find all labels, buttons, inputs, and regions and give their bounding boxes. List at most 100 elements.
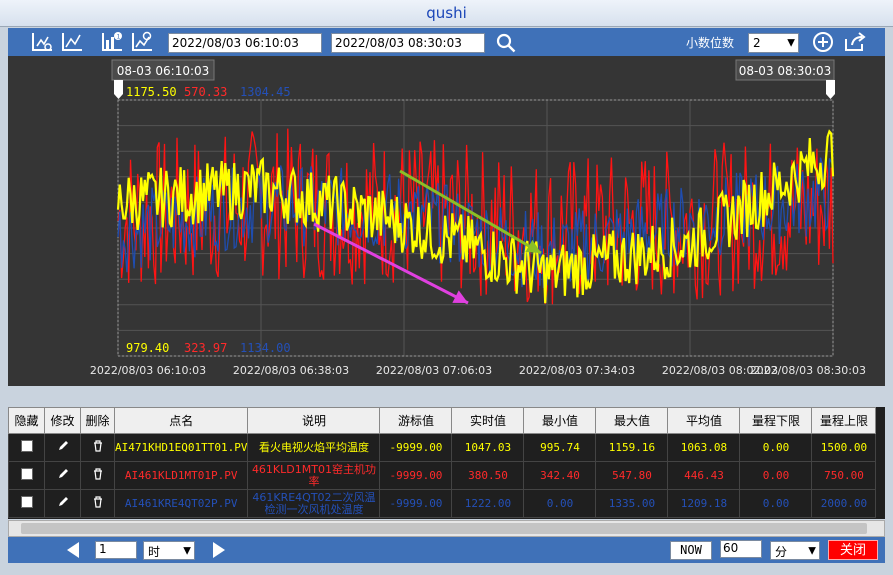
unit-select[interactable]: 时 ▼ [143,541,195,560]
edit-icon[interactable] [44,461,81,490]
table-header-row: 隐藏 修改 删除 点名 说明 游标值 实时值 最小值 最大值 平均值 量程下限 量程上限 [8,407,877,434]
chart-settings-icon[interactable] [30,31,54,53]
table-cell-lo: 0.00 [739,433,813,462]
top-value-yellow: 1175.50 [126,85,177,99]
bottom-value-blue: 1134.00 [240,341,291,355]
x-tick-label: 2022/08/03 07:34:03 [519,364,635,377]
tag-table: 隐藏 修改 删除 点名 说明 游标值 实时值 最小值 最大值 平均值 量程下限 量程上限 AI471K… [8,407,885,519]
trend-chart-svg: 2022/08/03 06:10:03 2022/08/03 06:38:03 20… [90,59,866,377]
edit-icon[interactable] [44,489,81,518]
decimal-select[interactable]: 2 ▼ [748,33,799,53]
add-icon[interactable] [811,31,835,53]
prev-button[interactable] [65,541,81,562]
table-cell-name: AI461KLD1MT01P.PV [113,461,249,490]
table-cell-desc: 看火电视火焰平均温度 [247,433,381,462]
cursor-right-handle[interactable] [826,80,835,99]
share-icon[interactable] [843,31,867,53]
chevron-down-icon: ▼ [183,545,191,556]
tag-table-grid: 隐藏 修改 删除 点名 说明 游标值 实时值 最小值 最大值 平均值 量程下限 量程上限 AI471K… [8,407,877,518]
chart-scale-icon[interactable] [60,31,84,53]
span-input[interactable]: 60 [720,540,762,558]
hide-checkbox[interactable] [8,461,45,490]
table-cell-real: 380.50 [451,461,525,490]
table-header-cell: 删除 [80,407,115,434]
table-header-cell: 最大值 [595,407,669,434]
table-cell-cursor: -9999.00 [379,489,453,518]
table-cell-name: AI461KRE4QT02P.PV [113,489,249,518]
table-cell-cursor: -9999.00 [379,433,453,462]
table-cell-hi: 2000.00 [811,489,877,518]
start-time-input[interactable]: 2022/08/03 06:10:03 [168,33,322,53]
table-header-cell: 最小值 [523,407,597,434]
table-cell-max: 1335.00 [595,489,669,518]
edit-icon[interactable] [44,433,81,462]
x-tick-label: 2022/08/03 06:38:03 [233,364,349,377]
page-input[interactable]: 1 [95,541,137,559]
bottom-bar: 1 时 ▼ NOW 60 分 ▼ 关闭 [8,537,885,563]
horizontal-scrollbar[interactable] [8,520,885,537]
table-cell-min: 342.40 [523,461,597,490]
delete-icon[interactable] [80,461,115,490]
table-cell-desc: 461KRE4QT02二次风温检测一次风机处温度 [247,489,381,518]
x-tick-label: 2022/08/03 08:30:03 [750,364,866,377]
cursor-left-label: 08-03 06:10:03 [117,64,210,78]
end-time-input[interactable]: 2022/08/03 08:30:03 [331,33,485,53]
table-header-cell: 说明 [247,407,381,434]
table-row[interactable]: AI461KLD1MT01P.PV 461KLD1MT01窑主机功率 -9999.0… [8,461,877,490]
delete-icon[interactable] [80,433,115,462]
table-header-cell: 实时值 [451,407,525,434]
table-header-cell: 平均值 [667,407,741,434]
chevron-down-icon: ▼ [808,545,816,556]
decimal-value: 2 [753,36,761,50]
unit-value: 时 [148,545,161,559]
search-icon[interactable] [494,31,518,53]
table-cell-avg: 446.43 [667,461,741,490]
table-cell-min: 995.74 [523,433,597,462]
table-header-cell: 量程上限 [811,407,877,434]
delete-icon[interactable] [80,489,115,518]
decimal-label: 小数位数 [686,36,735,50]
table-cell-avg: 1209.18 [667,489,741,518]
table-row[interactable]: AI461KRE4QT02P.PV 461KRE4QT02二次风温检测一次风机处温… [8,489,877,518]
table-cell-hi: 750.00 [811,461,877,490]
cursor-right-label: 08-03 08:30:03 [739,64,832,78]
table-cell-lo: 0.00 [739,461,813,490]
scrollbar-thumb[interactable] [21,523,867,534]
bottom-value-yellow: 979.40 [126,341,169,355]
bottom-value-red: 323.97 [184,341,227,355]
title-bar: qushi [0,0,893,27]
table-cell-desc: 461KLD1MT01窑主机功率 [247,461,381,490]
hide-checkbox[interactable] [8,489,45,518]
table-cell-max: 1159.16 [595,433,669,462]
top-value-blue: 1304.45 [240,85,291,99]
svg-text:1: 1 [117,34,121,41]
toolbar: 1 2022/08/03 06:10:03 2022/08/03 08:30:0… [8,28,885,56]
trend-window: qushi 1 2022/08/03 06:10:03 2022/08/03 0… [0,0,893,575]
chart-info-icon[interactable]: 1 [100,31,124,53]
now-button[interactable]: NOW [670,541,712,560]
window-title: qushi [426,4,467,22]
table-header-cell: 量程下限 [739,407,813,434]
trend-chart[interactable]: 2022/08/03 06:10:03 2022/08/03 06:38:03 20… [8,56,885,386]
table-cell-real: 1222.00 [451,489,525,518]
table-header-cell: 修改 [44,407,81,434]
hide-checkbox[interactable] [8,433,45,462]
cursor-left-handle[interactable] [114,80,123,99]
table-header-cell: 游标值 [379,407,453,434]
x-tick-label: 2022/08/03 07:06:03 [376,364,492,377]
table-cell-name: AI471KHD1EQ01TT01.PV [113,433,249,462]
span-unit-select[interactable]: 分 ▼ [770,541,820,560]
table-cell-max: 547.80 [595,461,669,490]
top-value-red: 570.33 [184,85,227,99]
table-header-cell: 点名 [113,407,249,434]
close-button[interactable]: 关闭 [828,540,878,560]
table-cell-lo: 0.00 [739,489,813,518]
table-row[interactable]: AI471KHD1EQ01TT01.PV 看火电视火焰平均温度 -9999.00 10… [8,433,877,462]
chart-export-icon[interactable] [130,31,154,53]
table-header-cell: 隐藏 [8,407,45,434]
table-cell-avg: 1063.08 [667,433,741,462]
table-cell-cursor: -9999.00 [379,461,453,490]
table-cell-min: 0.00 [523,489,597,518]
x-tick-label: 2022/08/03 06:10:03 [90,364,206,377]
next-button[interactable] [211,541,227,562]
